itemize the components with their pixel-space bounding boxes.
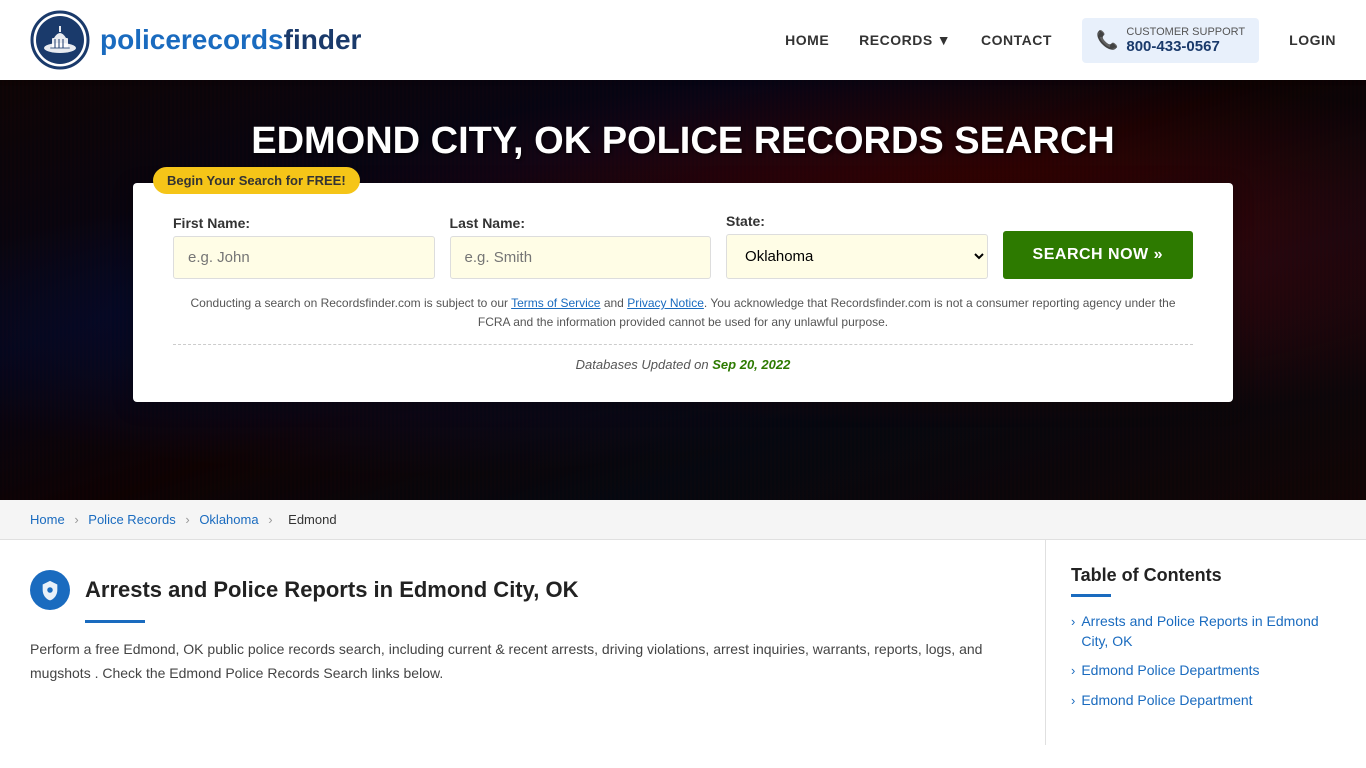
logo[interactable]: policerecordsfinder bbox=[30, 10, 361, 70]
customer-support-box: 📞 CUSTOMER SUPPORT 800-433-0567 bbox=[1082, 18, 1259, 63]
db-updated: Databases Updated on Sep 20, 2022 bbox=[173, 357, 1193, 372]
db-date: Sep 20, 2022 bbox=[712, 357, 790, 372]
breadcrumb-sep-2: › bbox=[185, 512, 189, 527]
badge-icon bbox=[39, 579, 61, 601]
nav-records[interactable]: RECORDS ▼ bbox=[859, 32, 951, 48]
chevron-down-icon: ▼ bbox=[937, 32, 951, 48]
hero-section: EDMOND CITY, OK POLICE RECORDS SEARCH Be… bbox=[0, 80, 1366, 500]
tos-link[interactable]: Terms of Service bbox=[511, 296, 600, 310]
first-name-input[interactable] bbox=[173, 236, 435, 279]
state-group: State: Oklahoma Alabama Alaska Arizona A… bbox=[726, 213, 988, 279]
phone-icon: 📞 bbox=[1096, 30, 1118, 51]
breadcrumb-police-records[interactable]: Police Records bbox=[88, 512, 175, 527]
last-name-input[interactable] bbox=[450, 236, 712, 279]
toc-item: › Edmond Police Department bbox=[1071, 691, 1341, 711]
breadcrumb-current: Edmond bbox=[288, 512, 336, 527]
content-area: Arrests and Police Reports in Edmond Cit… bbox=[0, 540, 1366, 745]
main-nav: HOME RECORDS ▼ CONTACT 📞 CUSTOMER SUPPOR… bbox=[785, 18, 1336, 63]
first-name-label: First Name: bbox=[173, 215, 435, 231]
breadcrumb: Home › Police Records › Oklahoma › Edmon… bbox=[0, 500, 1366, 540]
toc-arrow-3: › bbox=[1071, 693, 1075, 708]
privacy-link[interactable]: Privacy Notice bbox=[627, 296, 704, 310]
hero-title: EDMOND CITY, OK POLICE RECORDS SEARCH bbox=[251, 120, 1115, 163]
free-badge: Begin Your Search for FREE! bbox=[153, 167, 360, 194]
breadcrumb-oklahoma[interactable]: Oklahoma bbox=[199, 512, 258, 527]
nav-contact[interactable]: CONTACT bbox=[981, 32, 1052, 48]
breadcrumb-home[interactable]: Home bbox=[30, 512, 65, 527]
search-card: Begin Your Search for FREE! First Name: … bbox=[133, 183, 1233, 402]
cs-phone: 800-433-0567 bbox=[1126, 38, 1245, 55]
toc-list: › Arrests and Police Reports in Edmond C… bbox=[1071, 612, 1341, 710]
form-divider bbox=[173, 344, 1193, 345]
section-header: Arrests and Police Reports in Edmond Cit… bbox=[30, 570, 1015, 610]
toc-link-3[interactable]: Edmond Police Department bbox=[1081, 691, 1252, 711]
cs-label: CUSTOMER SUPPORT bbox=[1126, 26, 1245, 38]
toc-title: Table of Contents bbox=[1071, 565, 1341, 586]
toc-divider bbox=[1071, 594, 1111, 597]
toc-link-2[interactable]: Edmond Police Departments bbox=[1081, 661, 1259, 681]
first-name-group: First Name: bbox=[173, 215, 435, 279]
main-content: Arrests and Police Reports in Edmond Cit… bbox=[0, 540, 1046, 745]
state-select[interactable]: Oklahoma Alabama Alaska Arizona Arkansas… bbox=[726, 234, 988, 279]
logo-text: policerecordsfinder bbox=[100, 24, 361, 56]
nav-home[interactable]: HOME bbox=[785, 32, 829, 48]
login-button[interactable]: LOGIN bbox=[1289, 32, 1336, 48]
breadcrumb-sep-3: › bbox=[268, 512, 272, 527]
last-name-label: Last Name: bbox=[450, 215, 712, 231]
form-disclaimer: Conducting a search on Recordsfinder.com… bbox=[173, 294, 1193, 332]
search-button[interactable]: SEARCH NOW » bbox=[1003, 231, 1193, 279]
toc-arrow-2: › bbox=[1071, 663, 1075, 678]
breadcrumb-sep-1: › bbox=[74, 512, 78, 527]
logo-icon bbox=[30, 10, 90, 70]
state-label: State: bbox=[726, 213, 988, 229]
sidebar: Table of Contents › Arrests and Police R… bbox=[1046, 540, 1366, 745]
section-underline bbox=[85, 620, 145, 623]
section-icon bbox=[30, 570, 70, 610]
site-header: policerecordsfinder HOME RECORDS ▼ CONTA… bbox=[0, 0, 1366, 80]
search-form-row: First Name: Last Name: State: Oklahoma A… bbox=[173, 213, 1193, 279]
toc-item: › Edmond Police Departments bbox=[1071, 661, 1341, 681]
toc-arrow-1: › bbox=[1071, 614, 1075, 629]
section-title: Arrests and Police Reports in Edmond Cit… bbox=[85, 577, 578, 603]
section-body: Perform a free Edmond, OK public police … bbox=[30, 638, 1015, 686]
toc-item: › Arrests and Police Reports in Edmond C… bbox=[1071, 612, 1341, 651]
toc-link-1[interactable]: Arrests and Police Reports in Edmond Cit… bbox=[1081, 612, 1341, 651]
last-name-group: Last Name: bbox=[450, 215, 712, 279]
